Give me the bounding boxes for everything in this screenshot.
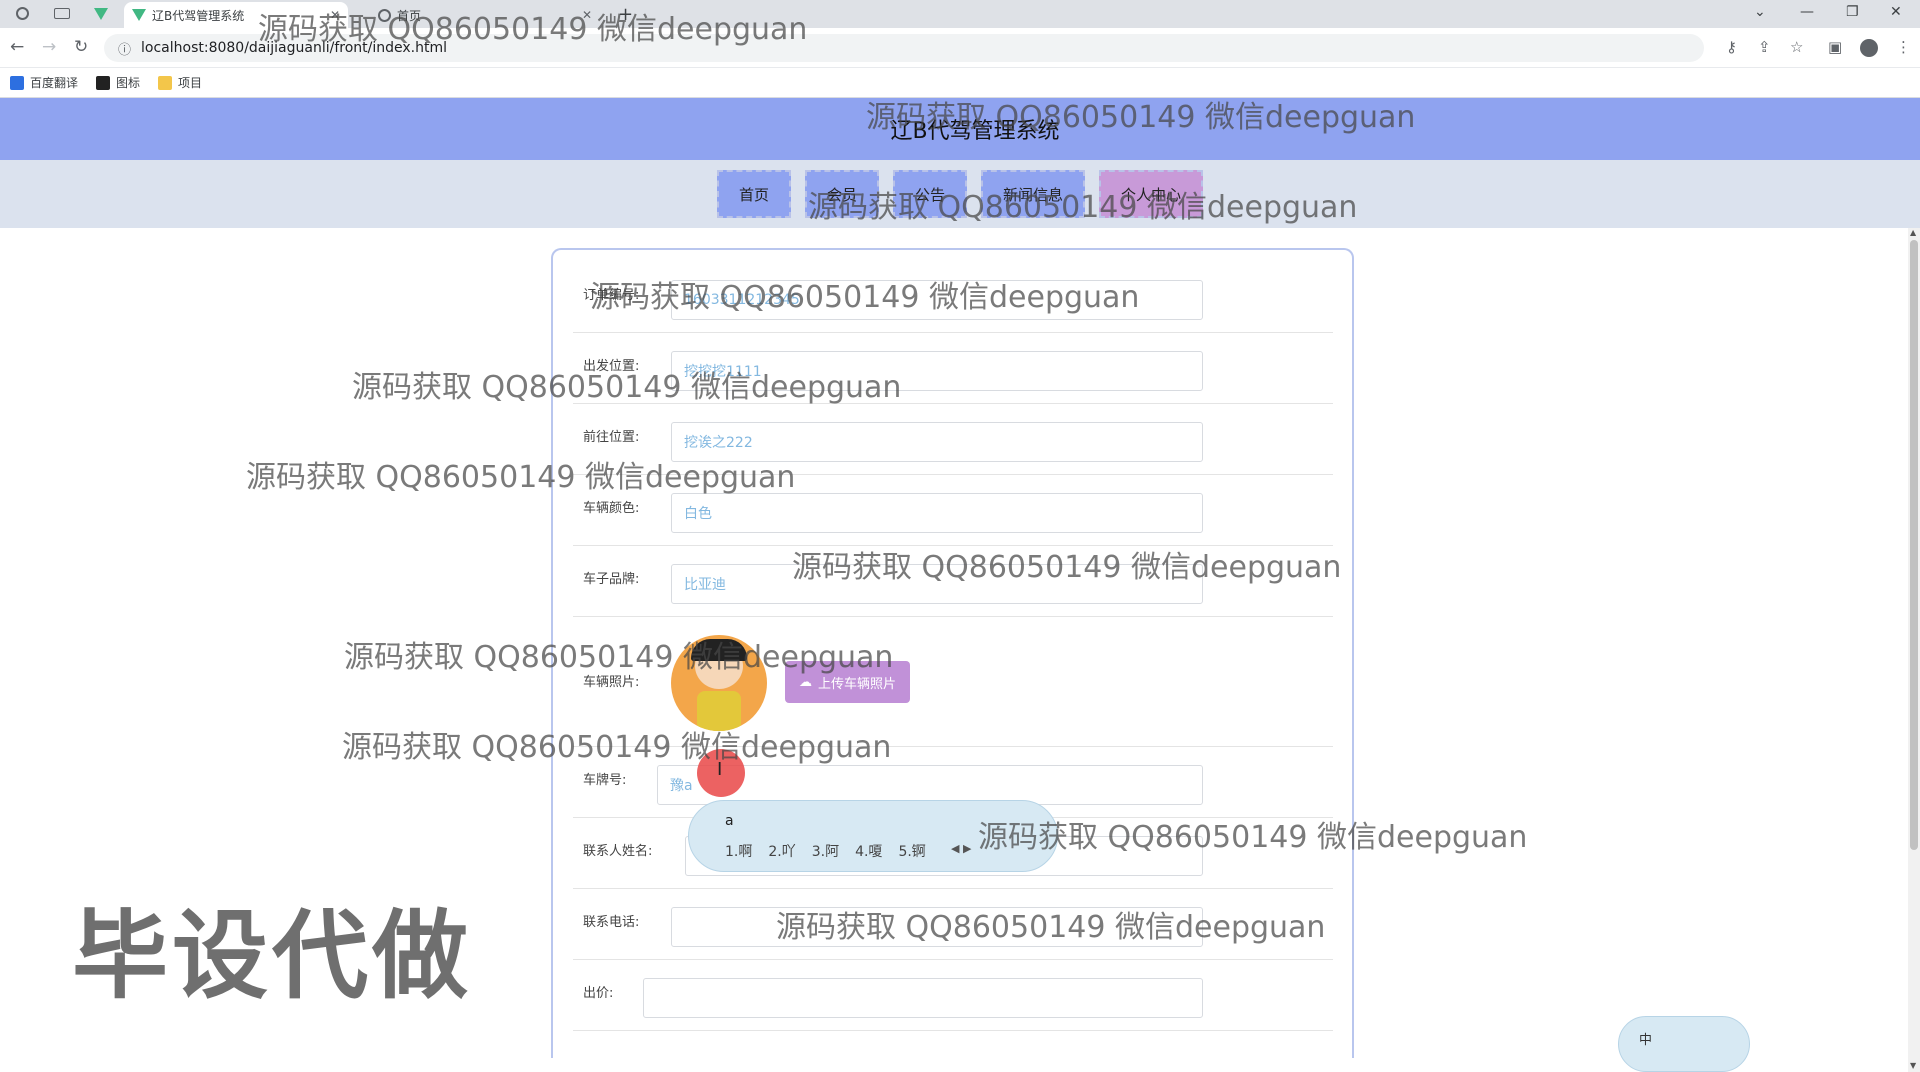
field-label: 订单编号:: [583, 288, 640, 303]
scroll-up-icon[interactable]: ▲: [1910, 228, 1916, 237]
close-tab-icon[interactable]: ✕: [582, 8, 592, 22]
form-row-contact-phone: 联系电话:: [573, 889, 1333, 960]
big-watermark: 毕设代做: [72, 900, 472, 1012]
url-field[interactable]: ⓘ localhost:8080/daijiaguanli/front/inde…: [104, 34, 1704, 62]
text-cursor-icon: I: [717, 759, 723, 780]
upload-photo-button[interactable]: ☁ 上传车辆照片: [785, 661, 911, 703]
bookmark-label: 百度翻译: [30, 76, 79, 90]
site-info-icon[interactable]: ⓘ: [118, 39, 131, 58]
ime-status-bar[interactable]: 中: [1618, 1016, 1750, 1072]
bookmark-label: 图标: [116, 76, 141, 90]
field-label: 前往位置:: [583, 430, 640, 445]
ime-mode-label: 中: [1639, 1033, 1653, 1048]
field-label: 车辆照片:: [583, 675, 640, 690]
globe-icon: [378, 8, 391, 22]
reload-icon[interactable]: ↻: [74, 37, 88, 57]
close-window-icon[interactable]: ✕: [1890, 4, 1902, 20]
form-row-brand: 车子品牌: 比亚迪: [573, 546, 1333, 617]
price-input[interactable]: [643, 978, 1203, 1018]
new-tab-button[interactable]: +: [618, 4, 633, 25]
tab-daijia[interactable]: 辽B代驾管理系统 ✕: [124, 2, 348, 28]
minimize-icon[interactable]: —: [1800, 4, 1814, 20]
nav-notice[interactable]: 公告: [892, 170, 967, 218]
contact-phone-input[interactable]: [671, 907, 1203, 947]
ime-candidate[interactable]: 2.吖: [768, 841, 795, 861]
form-row-price: 出价:: [573, 960, 1333, 1031]
menu-dots-icon[interactable]: ⋮: [1896, 38, 1911, 56]
site-nav: 首页 会员 公告 新闻信息 个人中心: [0, 160, 1920, 228]
ime-candidates: 1.啊 2.吖 3.阿 4.嗄 5.锕: [725, 841, 926, 861]
field-label: 车子品牌:: [583, 572, 640, 587]
start-location-input[interactable]: 挖挖挖1111: [671, 351, 1203, 391]
car-photo-image[interactable]: [671, 635, 767, 731]
order-form: 订单编号: 1603311212345 出发位置: 挖挖挖1111 前往位置: …: [551, 248, 1354, 1058]
upload-label: 上传车辆照片: [818, 676, 897, 692]
close-tab-icon[interactable]: ✕: [330, 8, 340, 22]
scroll-down-icon[interactable]: ▼: [1910, 1061, 1916, 1070]
browser-menu-icon[interactable]: [16, 7, 29, 20]
bookmarks-bar: 百度翻译 图标 项目: [0, 68, 1920, 98]
key-icon[interactable]: ⚷: [1726, 38, 1737, 56]
field-label: 联系电话:: [583, 915, 640, 930]
ime-candidate[interactable]: 5.锕: [898, 841, 925, 861]
vue-logo-icon: [94, 8, 108, 20]
field-label: 车牌号:: [583, 773, 627, 788]
back-icon[interactable]: ←: [10, 37, 24, 57]
form-row-color: 车辆颜色: 白色: [573, 475, 1333, 546]
car-brand-input[interactable]: 比亚迪: [671, 564, 1203, 604]
ime-candidate[interactable]: 1.啊: [725, 841, 752, 861]
forward-icon[interactable]: →: [42, 37, 56, 57]
click-indicator: I: [697, 749, 745, 797]
form-row-order-no: 订单编号: 1603311212345: [573, 250, 1333, 333]
browser-tab-strip: 辽B代驾管理系统 ✕ 首页 ✕ + ⌄ — ❐ ✕: [0, 0, 1920, 28]
car-color-input[interactable]: 白色: [671, 493, 1203, 533]
profile-avatar-icon[interactable]: [1860, 39, 1878, 57]
form-row-photo: 车辆照片: ☁ 上传车辆照片: [573, 617, 1333, 747]
destination-input[interactable]: 挖诶之222: [671, 422, 1203, 462]
bookmark-baidu-translate[interactable]: 百度翻译: [10, 74, 78, 91]
ime-candidate-window[interactable]: a 1.啊 2.吖 3.阿 4.嗄 5.锕 ◀ ▶: [688, 800, 1058, 872]
field-label: 联系人姓名:: [583, 844, 653, 859]
site-header: 辽B代驾管理系统: [0, 98, 1920, 160]
vue-logo-icon: [132, 9, 146, 21]
field-label: 车辆颜色:: [583, 501, 640, 516]
url-text: localhost:8080/daijiaguanli/front/index.…: [141, 40, 448, 56]
bookmark-icons[interactable]: 图标: [96, 74, 140, 91]
folder-icon: [158, 75, 173, 90]
nav-home[interactable]: 首页: [716, 170, 791, 218]
order-no-input[interactable]: 1603311212345: [671, 280, 1203, 320]
tab-search-icon[interactable]: [54, 8, 70, 19]
ime-composition: a: [725, 813, 734, 829]
nav-personal-center[interactable]: 个人中心: [1099, 170, 1204, 218]
nav-member[interactable]: 会员: [804, 170, 879, 218]
bookmark-project-folder[interactable]: 项目: [158, 74, 202, 91]
side-panel-icon[interactable]: ▣: [1828, 38, 1842, 56]
bookmark-star-icon[interactable]: ☆: [1790, 38, 1803, 56]
form-row-start: 出发位置: 挖挖挖1111: [573, 333, 1333, 404]
tab-title: 辽B代驾管理系统: [152, 8, 245, 23]
share-icon[interactable]: ⇪: [1758, 38, 1771, 56]
cloud-upload-icon: ☁: [799, 674, 812, 690]
form-row-destination: 前往位置: 挖诶之222: [573, 404, 1333, 475]
tab-list-icon[interactable]: ⌄: [1754, 4, 1766, 20]
ime-candidate[interactable]: 4.嗄: [855, 841, 882, 861]
nav-news[interactable]: 新闻信息: [981, 170, 1086, 218]
restore-icon[interactable]: ❐: [1846, 4, 1859, 20]
tab-title: 首页: [397, 8, 422, 23]
bookmark-label: 项目: [178, 76, 203, 90]
field-label: 出价:: [583, 986, 614, 1001]
page-scrollbar[interactable]: ▲ ▼: [1908, 228, 1920, 1072]
tab-home[interactable]: 首页 ✕: [370, 2, 600, 28]
image-icon: [96, 75, 111, 90]
site-title: 辽B代驾管理系统: [890, 119, 1060, 144]
ime-page-arrows-icon[interactable]: ◀ ▶: [951, 842, 971, 855]
field-label: 出发位置:: [583, 359, 640, 374]
address-bar-row: ← → ↻ ⓘ localhost:8080/daijiaguanli/fron…: [0, 28, 1920, 68]
scrollbar-thumb[interactable]: [1910, 240, 1918, 850]
ime-candidate[interactable]: 3.阿: [812, 841, 839, 861]
translate-icon: [10, 75, 24, 90]
